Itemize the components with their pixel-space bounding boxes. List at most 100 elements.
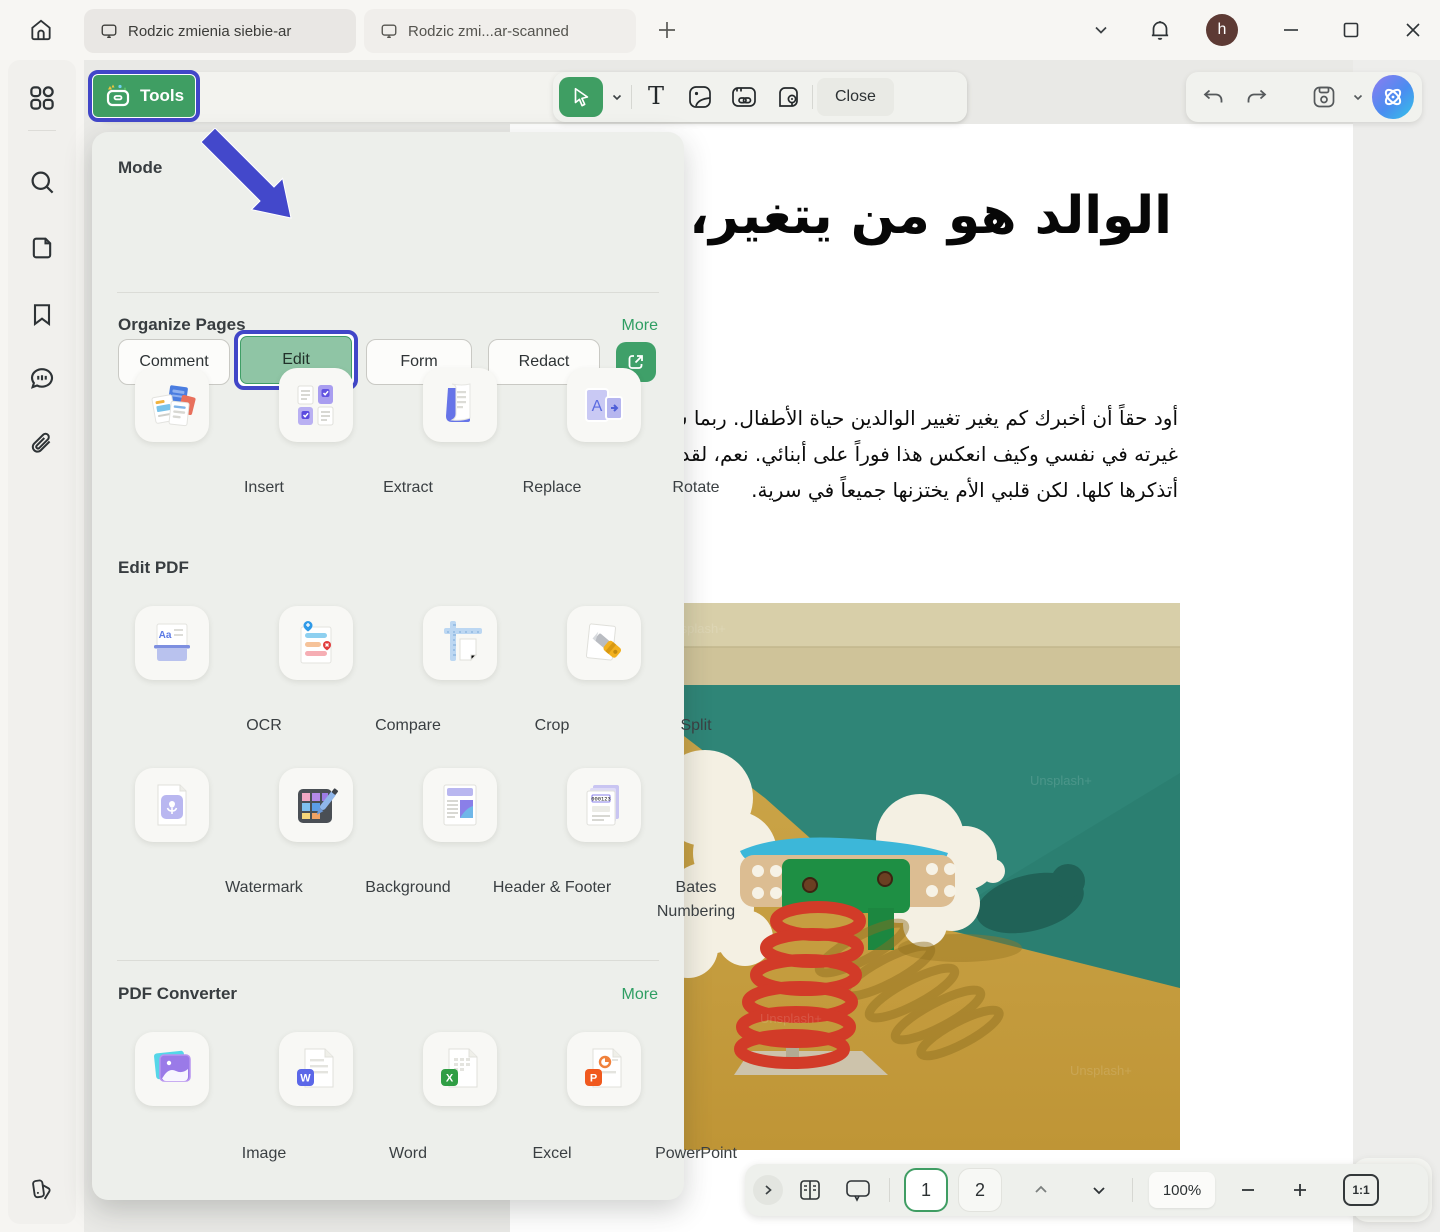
ai-assistant-button[interactable] <box>1372 75 1414 119</box>
zoom-in-button[interactable] <box>1283 1173 1317 1207</box>
tile-to-powerpoint[interactable]: P <box>567 1032 641 1106</box>
presentation-button[interactable] <box>841 1173 875 1207</box>
titlebar-collapse-button[interactable] <box>1084 13 1118 47</box>
crop-icon <box>436 619 484 667</box>
sidebar-item-bookmarks[interactable] <box>26 298 58 330</box>
paperclip-icon <box>28 431 56 459</box>
link-tool-icon <box>730 84 758 110</box>
toolbar-divider <box>812 85 813 109</box>
bookmark-icon <box>28 300 56 328</box>
home-icon <box>28 17 54 43</box>
add-link-button[interactable] <box>724 77 764 117</box>
left-sidebar <box>8 60 76 1224</box>
rotate-pages-icon: A <box>580 383 628 427</box>
organize-more-link[interactable]: More <box>622 317 658 335</box>
page-thumb-1[interactable]: 1 <box>904 1168 948 1212</box>
minus-icon <box>1239 1181 1257 1199</box>
svg-text:Aa: Aa <box>159 630 172 641</box>
replace-pages-icon <box>438 382 482 428</box>
plus-icon <box>656 19 678 41</box>
tile-to-word[interactable]: W <box>279 1032 353 1106</box>
tile-label-word: Word <box>343 1142 473 1166</box>
organize-section-title: Organize Pages <box>118 315 246 335</box>
tile-bates[interactable]: 000123 <box>567 768 641 842</box>
tile-label-rotate: Rotate <box>631 476 761 500</box>
split-icon <box>580 619 628 667</box>
converter-more-link[interactable]: More <box>622 986 658 1004</box>
redo-button[interactable] <box>1238 77 1276 117</box>
home-button[interactable] <box>24 13 58 47</box>
tools-button-label: Tools <box>140 86 184 106</box>
tile-insert[interactable] <box>135 368 209 442</box>
tab-label: Rodzic zmi...ar-scanned <box>408 23 569 40</box>
zoom-out-button[interactable] <box>1231 1173 1265 1207</box>
undo-button[interactable] <box>1194 77 1232 117</box>
page-layout-button[interactable] <box>793 1173 827 1207</box>
footer-expand-button[interactable] <box>753 1175 783 1205</box>
actual-size-button[interactable]: 1:1 <box>1343 1174 1379 1206</box>
page-thumb-2[interactable]: 2 <box>958 1168 1002 1212</box>
plus-icon <box>1291 1181 1309 1199</box>
save-dropdown[interactable] <box>1349 77 1366 117</box>
footer-divider <box>889 1178 890 1202</box>
svg-text:Unsplash+: Unsplash+ <box>1070 1063 1132 1078</box>
zoom-level-value: 100% <box>1163 1182 1201 1199</box>
sidebar-item-thumbnails[interactable] <box>26 82 58 114</box>
avatar-initial: h <box>1218 21 1227 39</box>
tile-background[interactable] <box>279 768 353 842</box>
tile-to-image[interactable] <box>135 1032 209 1106</box>
tools-panel: Mode Comment Edit Form Redact Organize P… <box>92 132 684 1200</box>
maximize-button[interactable] <box>1334 13 1368 47</box>
chevron-down-icon <box>611 91 623 103</box>
footer-divider <box>1132 1178 1133 1202</box>
text-tool-icon: T <box>643 84 669 110</box>
tile-to-excel[interactable]: X <box>423 1032 497 1106</box>
add-location-button[interactable] <box>768 77 808 117</box>
select-tool-dropdown[interactable] <box>607 77 627 117</box>
svg-text:W: W <box>300 1073 311 1085</box>
sidebar-item-themes[interactable] <box>26 1174 58 1206</box>
close-edit-button[interactable]: Close <box>817 78 894 116</box>
chevron-down-icon <box>1091 1182 1107 1198</box>
tile-replace[interactable] <box>423 368 497 442</box>
svg-text:A: A <box>592 398 603 415</box>
mode-section-title: Mode <box>118 158 162 178</box>
svg-text:Unsplash+: Unsplash+ <box>760 1011 822 1026</box>
tile-compare[interactable] <box>279 606 353 680</box>
zoom-level-display[interactable]: 100% <box>1149 1172 1215 1208</box>
avatar[interactable]: h <box>1206 14 1238 46</box>
previous-page-button[interactable] <box>1024 1173 1058 1207</box>
tile-extract[interactable] <box>279 368 353 442</box>
add-image-button[interactable] <box>680 77 720 117</box>
close-edit-label: Close <box>835 88 876 106</box>
sidebar-item-search[interactable] <box>26 166 58 198</box>
sidebar-item-comments[interactable] <box>26 363 58 395</box>
tile-label-crop: Crop <box>487 714 617 738</box>
minimize-button[interactable] <box>1274 13 1308 47</box>
svg-text:T: T <box>648 84 664 110</box>
tile-crop[interactable] <box>423 606 497 680</box>
tab-document-1[interactable]: Rodzic zmienia siebie-ar <box>84 9 356 53</box>
tile-rotate[interactable]: A <box>567 368 641 442</box>
next-page-button[interactable] <box>1082 1173 1116 1207</box>
notifications-button[interactable] <box>1143 13 1177 47</box>
actual-size-label: 1:1 <box>1352 1183 1369 1197</box>
chevron-down-icon <box>1352 91 1364 103</box>
new-tab-button[interactable] <box>650 13 684 47</box>
tools-button[interactable]: Tools <box>93 75 195 117</box>
sidebar-item-attachments[interactable] <box>26 429 58 461</box>
close-icon <box>1402 19 1424 41</box>
tile-ocr[interactable]: Aa <box>135 606 209 680</box>
add-text-button[interactable]: T <box>636 77 676 117</box>
sidebar-item-pages[interactable] <box>26 232 58 264</box>
tile-split[interactable] <box>567 606 641 680</box>
document-heading: الوالد هو من يتغير، و <box>639 186 1172 246</box>
close-window-button[interactable] <box>1396 13 1430 47</box>
select-tool-button[interactable] <box>559 77 603 117</box>
tile-header-footer[interactable] <box>423 768 497 842</box>
tile-watermark[interactable] <box>135 768 209 842</box>
tab-document-2[interactable]: Rodzic zmi...ar-scanned <box>364 9 636 53</box>
save-button[interactable] <box>1305 77 1343 117</box>
minimize-icon <box>1280 19 1302 41</box>
presentation-icon <box>844 1177 872 1203</box>
